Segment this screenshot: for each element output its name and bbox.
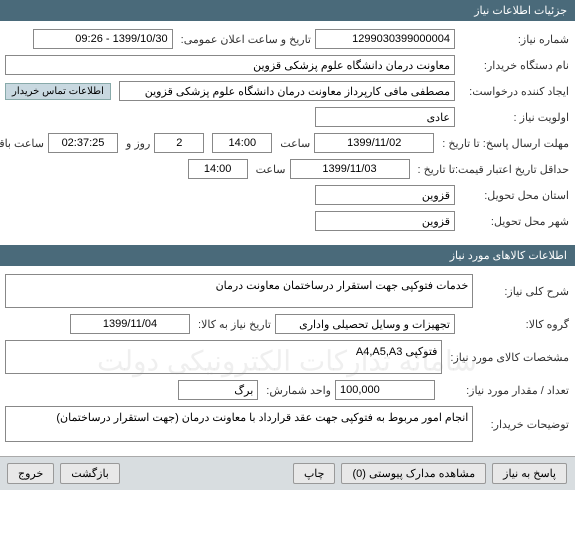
section1-header: جزئیات اطلاعات نیاز (0, 0, 576, 21)
quantity-field (336, 380, 436, 400)
footer-toolbar: پاسخ به نیاز مشاهده مدارک پیوستی (0) چاپ… (0, 456, 576, 490)
delivery-province-field (316, 185, 456, 205)
need-date-label: تاریخ نیاز به کالا: (195, 318, 272, 331)
creator-field (120, 81, 456, 101)
days-remaining-field (155, 133, 205, 153)
buyer-org-label: نام دستگاه خریدار: (460, 59, 570, 72)
goods-group-label: گروه کالا: (460, 318, 570, 331)
goods-spec-field (6, 340, 443, 374)
hour-label-1: ساعت (277, 137, 311, 150)
response-deadline-label: مهلت ارسال پاسخ: تا تاریخ : (439, 137, 570, 150)
general-desc-label: شرح کلی نیاز: (478, 285, 570, 298)
delivery-city-field (316, 211, 456, 231)
need-number-field (316, 29, 456, 49)
valid-date-field (291, 159, 411, 179)
announce-datetime-field (34, 29, 174, 49)
response-date-field (315, 133, 435, 153)
section2-header: اطلاعات کالاهای مورد نیاز (0, 245, 576, 266)
unit-field (179, 380, 259, 400)
unit-label: واحد شمارش: (263, 384, 332, 397)
print-button[interactable]: چاپ (294, 463, 337, 484)
section2-body: سامانه تدارکات الکترونیکی دولت شرح کلی ن… (0, 266, 576, 456)
need-date-field (71, 314, 191, 334)
attachments-button[interactable]: مشاهده مدارک پیوستی (0) (342, 463, 487, 484)
valid-time-field (189, 159, 249, 179)
to-date-label: تا تاریخ : (415, 163, 456, 176)
general-desc-field (6, 274, 474, 308)
buyer-notes-field (6, 406, 474, 442)
buyer-org-field (6, 55, 456, 75)
section1-body: شماره نیاز: تاریخ و ساعت اعلان عمومی: نا… (0, 21, 576, 245)
days-and-label: روز و (123, 137, 151, 150)
priority-label: اولویت نیاز : (460, 111, 570, 124)
need-number-label: شماره نیاز: (460, 33, 570, 46)
goods-group-field (276, 314, 456, 334)
announce-datetime-label: تاریخ و ساعت اعلان عمومی: (178, 33, 312, 46)
respond-button[interactable]: پاسخ به نیاز (493, 463, 568, 484)
quantity-label: تعداد / مقدار مورد نیاز: (440, 384, 570, 397)
delivery-province-label: استان محل تحویل: (460, 189, 570, 202)
remaining-label: ساعت باقی مانده (0, 137, 45, 150)
hour-label-2: ساعت (253, 163, 287, 176)
exit-button[interactable]: خروج (8, 463, 55, 484)
goods-spec-label: مشخصات کالای مورد نیاز: (447, 351, 570, 364)
delivery-city-label: شهر محل تحویل: (460, 215, 570, 228)
time-remaining-field (49, 133, 119, 153)
min-valid-date-label: حداقل تاریخ اعتبار قیمت: (460, 163, 570, 176)
priority-field (316, 107, 456, 127)
buyer-notes-label: توضیحات خریدار: (478, 418, 570, 431)
creator-label: ایجاد کننده درخواست: (460, 85, 570, 98)
response-time-field (213, 133, 273, 153)
back-button[interactable]: بازگشت (61, 463, 121, 484)
contact-info-link[interactable]: اطلاعات تماس خریدار (6, 83, 112, 100)
